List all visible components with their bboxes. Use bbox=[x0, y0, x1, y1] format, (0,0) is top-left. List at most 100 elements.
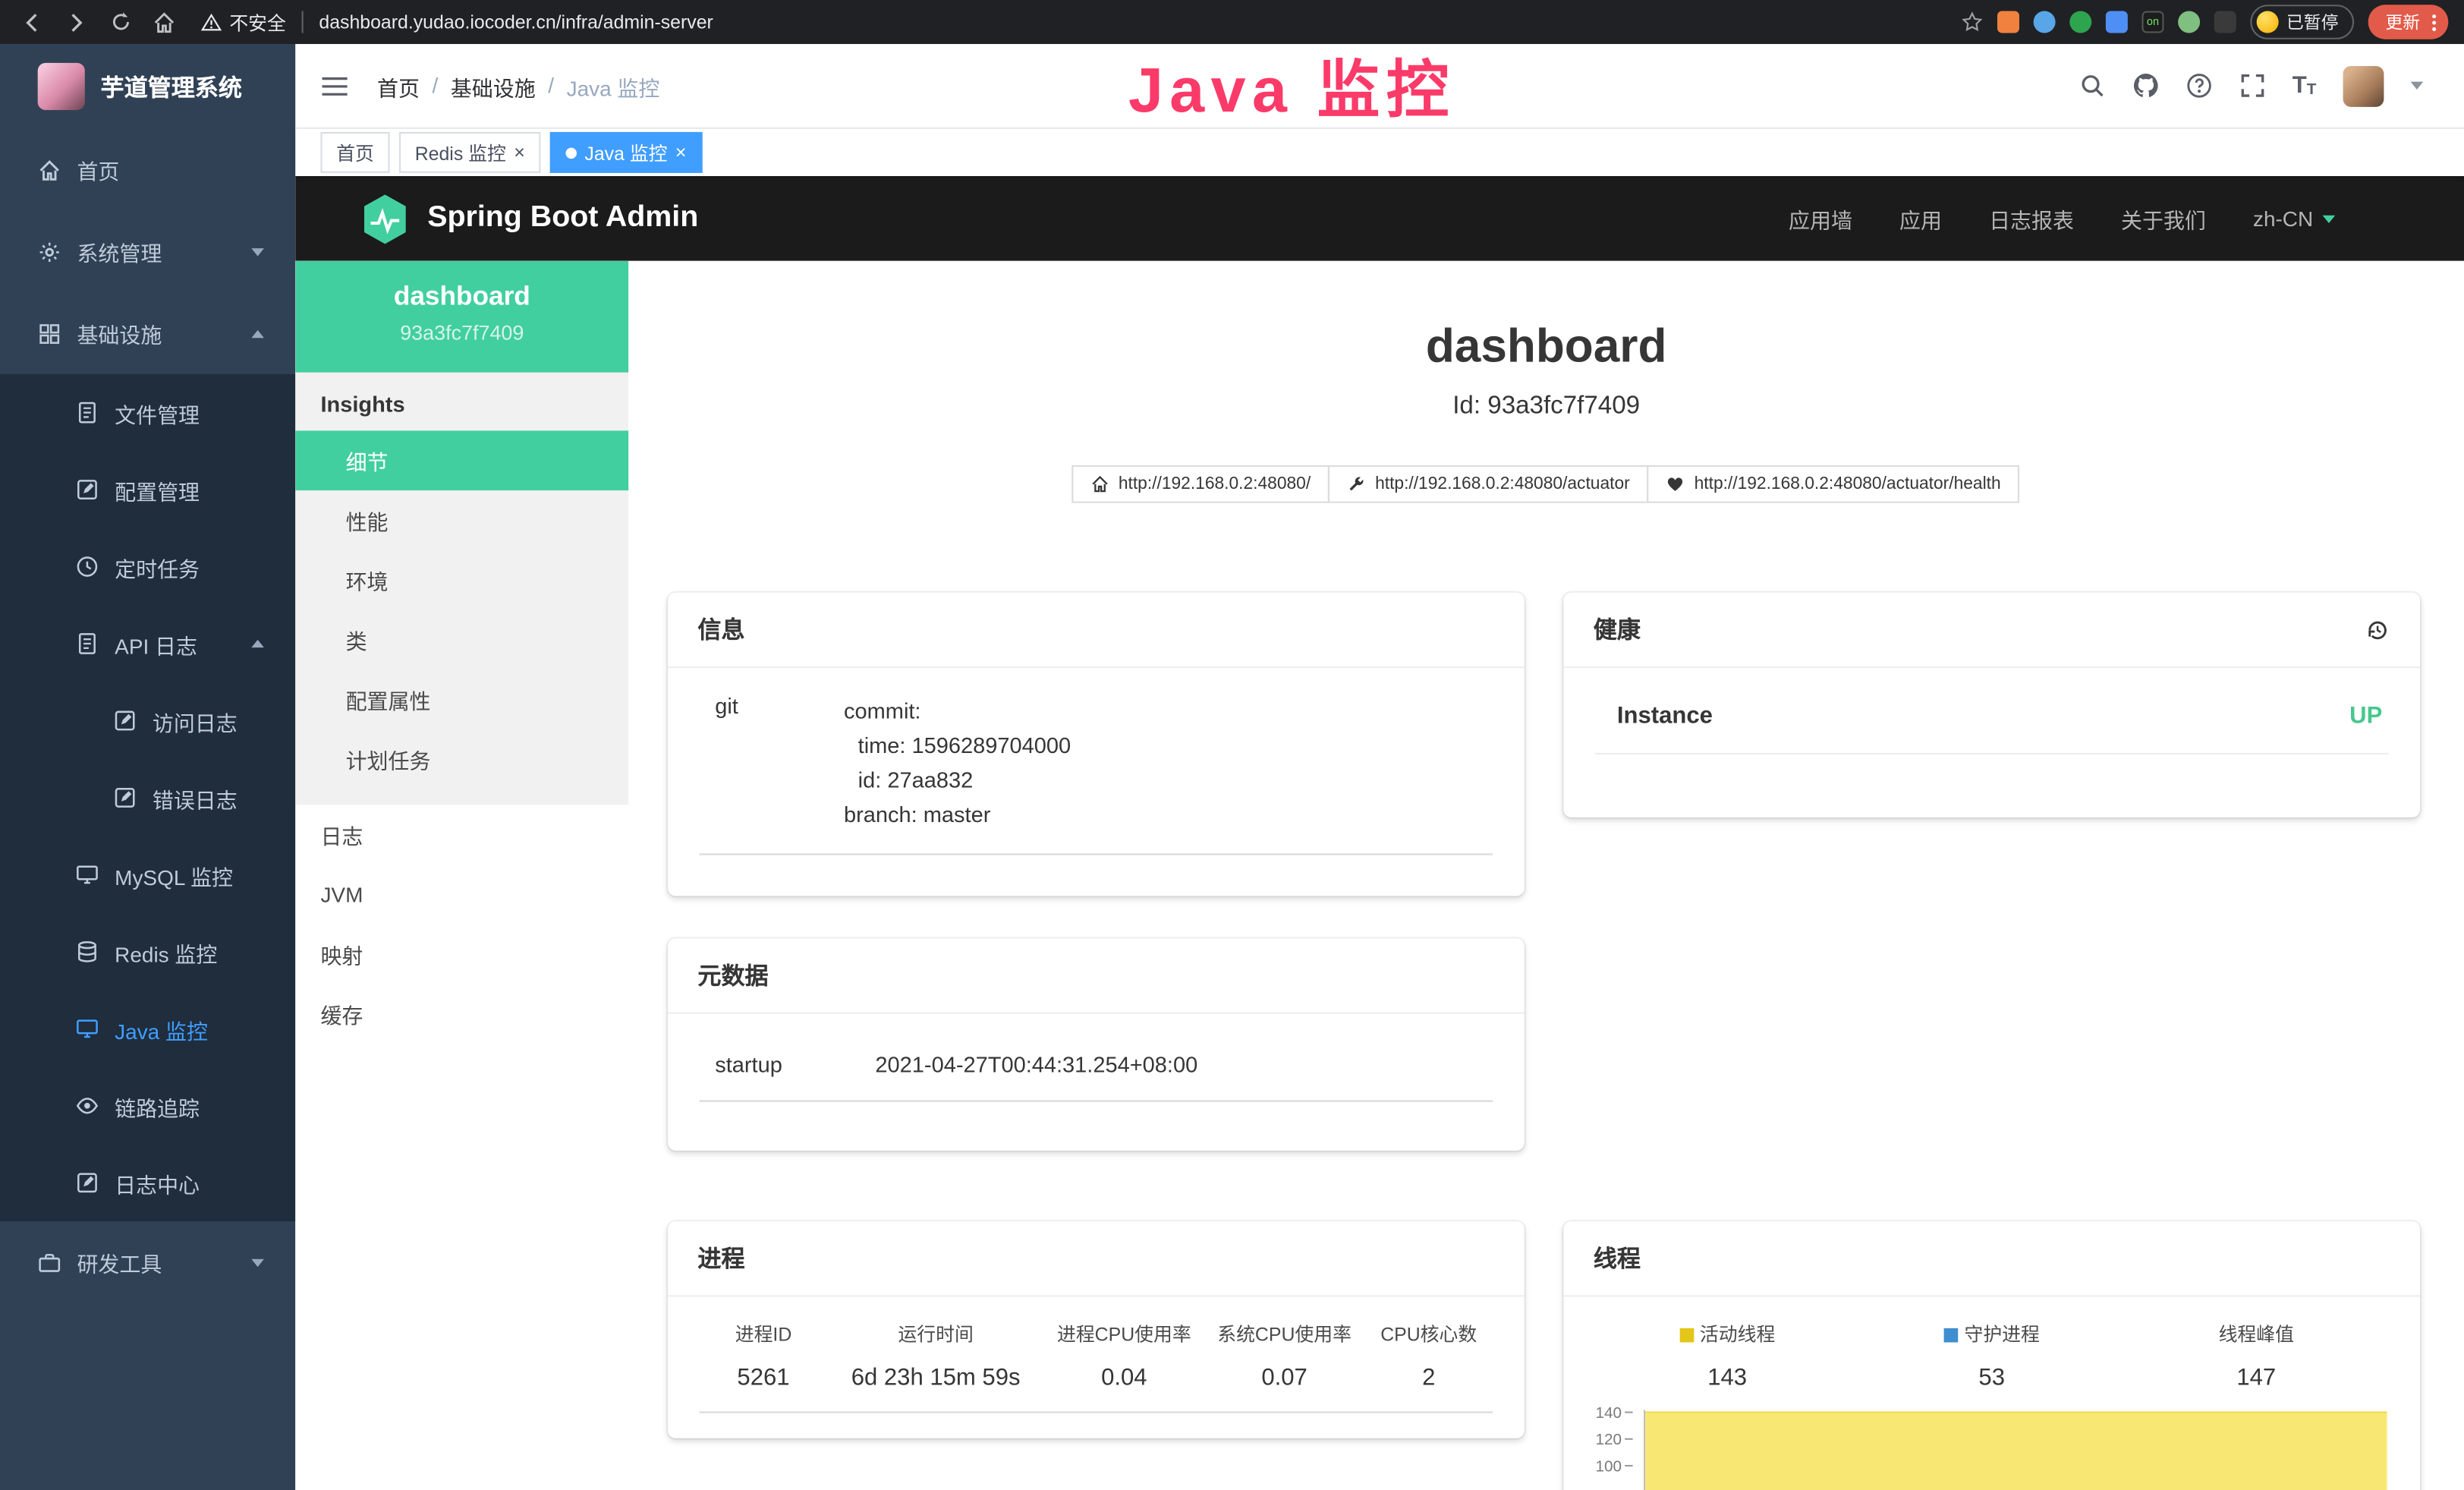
browser-menu-kebab-icon[interactable] bbox=[2431, 12, 2437, 33]
sba-item-environment[interactable]: 环境 bbox=[295, 550, 628, 610]
app-title: 芋道管理系统 bbox=[101, 70, 242, 102]
cell-value: 6d 23h 15m 59s bbox=[828, 1364, 1044, 1391]
sidebar-item-access-logs[interactable]: 访问日志 bbox=[0, 682, 295, 759]
sidebar-item-dev-tools[interactable]: 研发工具 bbox=[0, 1221, 295, 1303]
threads-card: 线程 活动线程 143 守护进程 53 线程峰值 147 bbox=[1563, 1221, 2420, 1490]
address-bar[interactable]: 不安全 dashboard.yudao.iocoder.cn/infra/adm… bbox=[201, 8, 1961, 35]
sba-instance-header[interactable]: dashboard 93a3fc7f7409 bbox=[295, 261, 628, 373]
sidebar-item-log-center[interactable]: 日志中心 bbox=[0, 1145, 295, 1221]
extension-icon-1[interactable] bbox=[1997, 11, 2019, 33]
git-value: commit: time: 1596289704000 id: 27aa832 … bbox=[844, 693, 1071, 831]
wrench-icon bbox=[1347, 474, 1366, 493]
sba-nav-applications[interactable]: 应用 bbox=[1899, 203, 1942, 234]
app-logo bbox=[38, 63, 85, 110]
cell-value: 0.07 bbox=[1204, 1364, 1364, 1391]
sidebar-item-api-logs[interactable]: API 日志 bbox=[0, 605, 295, 682]
sba-locale-value: zh-CN bbox=[2253, 206, 2313, 230]
history-icon[interactable] bbox=[2365, 617, 2390, 642]
sba-item-logs[interactable]: 日志 bbox=[295, 805, 628, 865]
extension-icon-3[interactable] bbox=[2069, 11, 2091, 33]
profile-paused-pill[interactable]: 已暂停 bbox=[2250, 5, 2354, 39]
sba-locale-select[interactable]: zh-CN bbox=[2253, 206, 2367, 230]
extension-icon-6[interactable] bbox=[2214, 11, 2236, 33]
fullscreen-icon[interactable] bbox=[2239, 72, 2265, 99]
avatar[interactable] bbox=[2343, 65, 2384, 106]
home-icon bbox=[1090, 474, 1109, 493]
extension-icon-5[interactable] bbox=[2178, 11, 2200, 33]
bookmark-star-icon[interactable] bbox=[1961, 11, 1983, 33]
github-icon[interactable] bbox=[2132, 72, 2158, 99]
legend-label: 守护进程 bbox=[1964, 1324, 2039, 1346]
monitor-icon bbox=[75, 863, 99, 887]
sba-item-mappings[interactable]: 映射 bbox=[295, 925, 628, 984]
breadcrumb-home[interactable]: 首页 bbox=[377, 70, 420, 101]
breadcrumb-separator: / bbox=[432, 74, 438, 97]
back-icon[interactable] bbox=[20, 10, 44, 33]
sidebar-item-file-management[interactable]: 文件管理 bbox=[0, 374, 295, 451]
sba-item-config-props[interactable]: 配置属性 bbox=[295, 669, 628, 729]
sidebar-item-java-monitor[interactable]: Java 监控 bbox=[0, 991, 295, 1067]
sidebar-toggle-icon[interactable] bbox=[320, 73, 348, 98]
update-label: 更新 bbox=[2385, 9, 2420, 34]
sba-instance-id: 93a3fc7f7409 bbox=[295, 320, 628, 344]
breadcrumb: 首页 / 基础设施 / Java 监控 bbox=[377, 70, 659, 101]
sba-item-details[interactable]: 细节 bbox=[295, 430, 628, 490]
avatar-caret-icon[interactable] bbox=[2411, 82, 2424, 90]
extension-icon-4[interactable] bbox=[2106, 11, 2128, 33]
sba-nav-about[interactable]: 关于我们 bbox=[2121, 203, 2206, 234]
sba-item-performance[interactable]: 性能 bbox=[295, 490, 628, 550]
sba-nav-wall[interactable]: 应用墙 bbox=[1789, 203, 1852, 234]
sba-item-jvm[interactable]: JVM bbox=[295, 865, 628, 925]
actuator-url-link[interactable]: http://192.168.0.2:48080/actuator bbox=[1328, 465, 1649, 503]
card-title: 线程 bbox=[1594, 1242, 1641, 1274]
forward-icon[interactable] bbox=[65, 10, 88, 33]
sba-item-caches[interactable]: 缓存 bbox=[295, 984, 628, 1044]
font-size-icon[interactable]: TT bbox=[2292, 72, 2317, 99]
threads-active-col: 活动线程 143 bbox=[1595, 1320, 1860, 1391]
search-icon[interactable] bbox=[2079, 72, 2105, 99]
card-title: 元数据 bbox=[697, 959, 768, 991]
active-threads-area bbox=[1645, 1412, 2387, 1490]
sidebar-item-redis-monitor[interactable]: Redis 监控 bbox=[0, 913, 295, 990]
sidebar-item-config-management[interactable]: 配置管理 bbox=[0, 451, 295, 528]
instance-url-link[interactable]: http://192.168.0.2:48080/ bbox=[1072, 465, 1330, 503]
sba-item-scheduled-tasks[interactable]: 计划任务 bbox=[295, 729, 628, 789]
sidebar-item-scheduled-jobs[interactable]: 定时任务 bbox=[0, 528, 295, 605]
column-header: 系统CPU使用率 bbox=[1204, 1320, 1364, 1347]
sidebar-item-error-logs[interactable]: 错误日志 bbox=[0, 759, 295, 836]
sba-nav-journal[interactable]: 日志报表 bbox=[1989, 203, 2074, 234]
tab-redis-monitor[interactable]: Redis 监控 × bbox=[399, 132, 540, 173]
extension-on-badge[interactable]: on bbox=[2142, 11, 2164, 33]
reload-icon[interactable] bbox=[109, 10, 132, 33]
tab-close-icon[interactable]: × bbox=[514, 143, 525, 162]
security-warning-label: 不安全 bbox=[229, 8, 286, 35]
sidebar-item-system[interactable]: 系统管理 bbox=[0, 210, 295, 292]
sidebar-item-label: 系统管理 bbox=[77, 236, 162, 267]
annotation-java-monitor: Java 监控 bbox=[1128, 39, 1455, 131]
tab-close-icon[interactable]: × bbox=[675, 143, 687, 162]
legend-value: 143 bbox=[1595, 1364, 1860, 1391]
process-table: 进程ID 5261 运行时间 6d 23h 15m 59s 进程CPU使用率 0… bbox=[700, 1320, 1493, 1413]
metadata-card-header: 元数据 bbox=[668, 938, 1525, 1013]
health-url-link[interactable]: http://192.168.0.2:48080/actuator/health bbox=[1647, 465, 2019, 503]
tab-home[interactable]: 首页 bbox=[320, 132, 389, 173]
sidebar-item-label: 日志中心 bbox=[115, 1167, 200, 1199]
tab-java-monitor[interactable]: Java 监控 × bbox=[550, 132, 702, 173]
app-logo-row[interactable]: 芋道管理系统 bbox=[0, 44, 295, 129]
help-icon[interactable] bbox=[2186, 72, 2212, 99]
sidebar-item-mysql-monitor[interactable]: MySQL 监控 bbox=[0, 836, 295, 913]
health-card: 健康 Instance UP bbox=[1563, 593, 2420, 817]
sba-item-classes[interactable]: 类 bbox=[295, 610, 628, 669]
legend-blue-square bbox=[1944, 1328, 1959, 1343]
database-icon bbox=[75, 940, 99, 963]
sidebar-item-home[interactable]: 首页 bbox=[0, 129, 295, 211]
browser-update-button[interactable]: 更新 bbox=[2368, 5, 2449, 39]
git-info-row: git commit: time: 1596289704000 id: 27aa… bbox=[700, 693, 1493, 855]
sidebar-item-label: 基础设施 bbox=[77, 317, 162, 348]
sidebar-item-infra[interactable]: 基础设施 bbox=[0, 292, 295, 374]
sidebar-item-link-tracing[interactable]: 链路追踪 bbox=[0, 1067, 295, 1144]
browser-home-icon[interactable] bbox=[153, 10, 176, 33]
breadcrumb-infra[interactable]: 基础设施 bbox=[451, 70, 536, 101]
extension-icon-2[interactable] bbox=[2034, 11, 2056, 33]
cell-value: 5261 bbox=[700, 1364, 828, 1391]
